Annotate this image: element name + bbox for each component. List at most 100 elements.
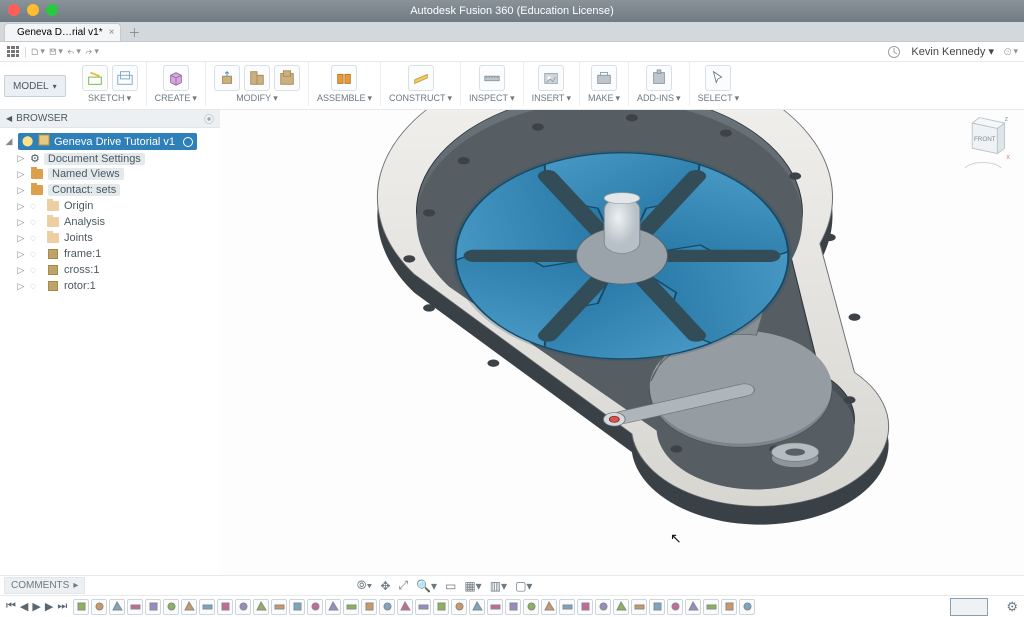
user-menu[interactable]: Kevin Kennedy ▾ — [911, 45, 994, 58]
timeline-scrubber[interactable] — [950, 598, 988, 616]
timeline-settings-button[interactable]: ⚙ — [1006, 599, 1018, 615]
tree-item[interactable]: ▷ Named Views — [2, 166, 218, 182]
timeline-feature[interactable] — [469, 599, 485, 615]
activate-radio[interactable] — [183, 137, 193, 147]
timeline-feature[interactable] — [667, 599, 683, 615]
timeline-feature[interactable] — [577, 599, 593, 615]
timeline-feature[interactable] — [73, 599, 89, 615]
timeline-feature[interactable] — [145, 599, 161, 615]
zoom-button[interactable]: ⤢ — [398, 578, 408, 593]
timeline-feature[interactable] — [271, 599, 287, 615]
timeline-feature[interactable] — [181, 599, 197, 615]
ribbon-group-label[interactable]: ADD-INS — [637, 93, 681, 104]
joint-button[interactable] — [331, 65, 357, 91]
timeline-feature[interactable] — [325, 599, 341, 615]
close-window-button[interactable] — [8, 4, 20, 16]
timeline-feature[interactable] — [541, 599, 557, 615]
tree-item[interactable]: ▷◌ Joints — [2, 230, 218, 246]
timeline-feature[interactable] — [721, 599, 737, 615]
tree-item[interactable]: ▷ Contact: sets — [2, 182, 218, 198]
zoom-window-button[interactable]: 🔍▾ — [416, 579, 437, 593]
job-status-icon[interactable] — [887, 45, 901, 59]
timeline-play-button[interactable]: ▶ — [32, 600, 40, 613]
box-button[interactable] — [163, 65, 189, 91]
timeline-feature[interactable] — [685, 599, 701, 615]
timeline-feature[interactable] — [163, 599, 179, 615]
timeline-feature[interactable] — [199, 599, 215, 615]
sketch-tool-button[interactable] — [112, 65, 138, 91]
tree-item[interactable]: ▷◌ cross:1 — [2, 262, 218, 278]
ribbon-group-label[interactable]: SKETCH — [88, 93, 131, 104]
timeline-feature[interactable] — [307, 599, 323, 615]
timeline-feature[interactable] — [559, 599, 575, 615]
tree-item[interactable]: ▷◌ frame:1 — [2, 246, 218, 262]
timeline-feature[interactable] — [433, 599, 449, 615]
timeline-feature[interactable] — [451, 599, 467, 615]
tree-item[interactable]: ▷◌ Analysis — [2, 214, 218, 230]
construct-plane-button[interactable] — [408, 65, 434, 91]
help-menu-button[interactable]: ? — [1004, 45, 1018, 59]
lightbulb-icon[interactable]: ◌ — [30, 217, 42, 228]
timeline-feature[interactable] — [217, 599, 233, 615]
timeline-feature[interactable] — [739, 599, 755, 615]
workspace-switcher[interactable]: MODEL▾ — [4, 75, 66, 97]
timeline-start-button[interactable]: ⏮ — [6, 600, 16, 613]
timeline-track[interactable] — [73, 598, 1000, 616]
timeline-step-fwd-button[interactable]: ▶ — [45, 600, 53, 613]
close-tab-button[interactable]: × — [109, 27, 115, 38]
measure-button[interactable] — [479, 65, 505, 91]
ribbon-group-label[interactable]: ASSEMBLE — [317, 93, 372, 104]
lightbulb-icon[interactable]: ◌ — [30, 281, 42, 292]
viewcube[interactable]: FRONT z x — [956, 114, 1010, 168]
ribbon-group-label[interactable]: INSERT — [532, 93, 571, 104]
maximize-window-button[interactable] — [46, 4, 58, 16]
timeline-feature[interactable] — [109, 599, 125, 615]
timeline-step-back-button[interactable]: ◀ — [20, 600, 28, 613]
select-button[interactable] — [705, 65, 731, 91]
look-at-button[interactable]: ▭ — [445, 579, 456, 593]
create-sketch-button[interactable] — [82, 65, 108, 91]
timeline-feature[interactable] — [397, 599, 413, 615]
comments-panel-toggle[interactable]: COMMENTS ▸ — [4, 577, 85, 594]
timeline-feature[interactable] — [289, 599, 305, 615]
modify-tool-button[interactable] — [244, 65, 270, 91]
tree-item[interactable]: ▷◌ rotor:1 — [2, 278, 218, 294]
ribbon-group-label[interactable]: MODIFY — [236, 93, 278, 104]
timeline-feature[interactable] — [235, 599, 251, 615]
save-menu-button[interactable] — [49, 45, 63, 59]
data-panel-button[interactable] — [6, 45, 20, 59]
timeline-feature[interactable] — [343, 599, 359, 615]
pin-icon[interactable]: ⦿ — [204, 111, 214, 126]
lightbulb-icon[interactable]: ⬤ — [22, 136, 34, 147]
ribbon-group-label[interactable]: CONSTRUCT — [389, 93, 452, 104]
timeline-feature[interactable] — [127, 599, 143, 615]
timeline-feature[interactable] — [505, 599, 521, 615]
ribbon-group-label[interactable]: MAKE — [588, 93, 620, 104]
viewport-canvas[interactable]: FRONT z x — [220, 110, 1024, 575]
orbit-menu[interactable]: ⦾▾ — [357, 578, 372, 593]
modify-tool-2-button[interactable] — [274, 65, 300, 91]
redo-button[interactable] — [85, 45, 99, 59]
timeline-feature[interactable] — [649, 599, 665, 615]
display-menu[interactable]: ▦▾ — [464, 579, 481, 593]
lightbulb-icon[interactable]: ◌ — [30, 249, 42, 260]
timeline-feature[interactable] — [523, 599, 539, 615]
timeline-feature[interactable] — [415, 599, 431, 615]
press-pull-button[interactable] — [214, 65, 240, 91]
make-button[interactable] — [591, 65, 617, 91]
timeline-feature[interactable] — [631, 599, 647, 615]
document-tab[interactable]: Geneva D…rial v1* × — [4, 23, 121, 41]
minimize-window-button[interactable] — [27, 4, 39, 16]
insert-button[interactable] — [538, 65, 564, 91]
lightbulb-icon[interactable]: ◌ — [30, 201, 42, 212]
timeline-feature[interactable] — [487, 599, 503, 615]
browser-panel-header[interactable]: ◀ BROWSER ⦿ — [0, 110, 220, 128]
ribbon-group-label[interactable]: SELECT — [698, 93, 740, 104]
timeline-feature[interactable] — [361, 599, 377, 615]
timeline-feature[interactable] — [613, 599, 629, 615]
lightbulb-icon[interactable]: ◌ — [30, 233, 42, 244]
ribbon-group-label[interactable]: INSPECT — [469, 93, 515, 104]
timeline-feature[interactable] — [703, 599, 719, 615]
timeline-feature[interactable] — [253, 599, 269, 615]
new-tab-button[interactable]: ＋ — [125, 23, 143, 41]
